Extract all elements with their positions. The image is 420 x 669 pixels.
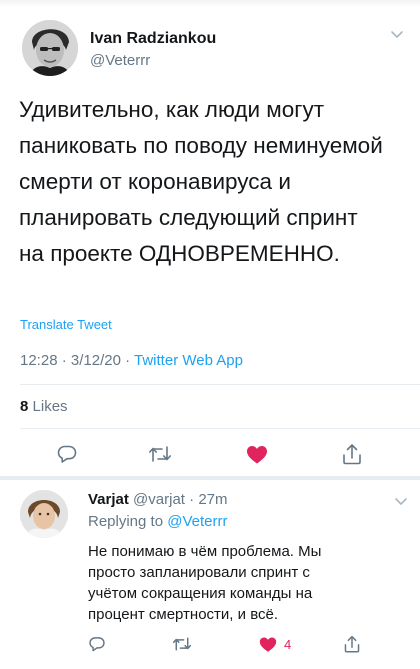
tweet-text-line: планировать следующий спринт bbox=[19, 205, 358, 230]
heart-icon bbox=[258, 635, 278, 653]
author-name[interactable]: Ivan Radziankou bbox=[90, 30, 216, 48]
likes-count: 8 bbox=[20, 398, 29, 415]
replying-to-handle[interactable]: @Veterrr bbox=[167, 513, 227, 530]
thread-divider bbox=[0, 476, 420, 480]
reply-icon bbox=[56, 443, 78, 465]
like-button[interactable] bbox=[245, 443, 269, 465]
replying-to: Replying to @Veterrr bbox=[88, 513, 227, 530]
retweet-button[interactable] bbox=[148, 443, 172, 465]
tweet-text-line: Удивительно, как люди могут bbox=[19, 97, 325, 122]
tweet-date: 3/12/20 bbox=[70, 352, 121, 369]
reply-author: Varjat @varjat · 27m bbox=[88, 491, 228, 508]
replying-to-label: Replying to bbox=[88, 513, 164, 530]
heart-icon bbox=[245, 443, 269, 465]
share-button[interactable] bbox=[341, 442, 363, 466]
likes-label: Likes bbox=[32, 398, 68, 415]
like-button[interactable]: 4 bbox=[258, 635, 291, 653]
share-icon bbox=[341, 442, 363, 466]
retweet-icon bbox=[172, 635, 192, 653]
share-button[interactable] bbox=[343, 634, 361, 654]
share-icon bbox=[343, 634, 361, 654]
divider bbox=[20, 428, 420, 429]
like-count: 4 bbox=[284, 636, 292, 652]
retweet-button[interactable] bbox=[172, 635, 192, 653]
chevron-down-icon[interactable] bbox=[389, 26, 405, 42]
divider bbox=[20, 384, 420, 385]
reply-button[interactable] bbox=[88, 635, 106, 653]
reply-author-avatar[interactable] bbox=[20, 490, 68, 538]
reply-text: Не понимаю в чём проблема. Мы просто зап… bbox=[88, 541, 388, 625]
tweet-source-app[interactable]: Twitter Web App bbox=[134, 352, 243, 369]
chevron-down-icon[interactable] bbox=[393, 493, 409, 509]
author-handle[interactable]: @Veterrr bbox=[90, 52, 150, 69]
retweet-icon bbox=[148, 443, 172, 465]
reply-time: 27m bbox=[198, 491, 228, 508]
reply-text-line: Не понимаю в чём проблема. Мы bbox=[88, 543, 322, 560]
meta-separator: · bbox=[125, 352, 131, 369]
tweet-meta: 12:28 · 3/12/20 · Twitter Web App bbox=[20, 352, 243, 369]
reply-text-line: процент смертности, и всё. bbox=[88, 606, 278, 623]
reply-text-line: учётом сокращения команды на bbox=[88, 585, 313, 602]
reply-text-line: просто запланировали спринт с bbox=[88, 564, 310, 581]
translate-tweet-link[interactable]: Translate Tweet bbox=[20, 317, 112, 332]
tweet-text: Удивительно, как люди могут паниковать п… bbox=[19, 92, 411, 272]
meta-separator: · bbox=[61, 352, 67, 369]
top-edge bbox=[0, 0, 420, 7]
likes-summary[interactable]: 8 Likes bbox=[20, 398, 68, 415]
tweet-text-line: на проекте ОДНОВРЕМЕННО. bbox=[19, 241, 340, 266]
tweet-text-line: паниковать по поводу неминуемой bbox=[19, 133, 383, 158]
reply-button[interactable] bbox=[56, 443, 78, 465]
tweet-text-line: смерти от коронавируса и bbox=[19, 169, 291, 194]
reply-icon bbox=[88, 635, 106, 653]
reply-author-handle[interactable]: @varjat bbox=[133, 491, 185, 508]
tweet-time: 12:28 bbox=[20, 352, 58, 369]
author-avatar[interactable] bbox=[22, 20, 78, 76]
meta-separator: · bbox=[189, 491, 195, 508]
reply-author-name[interactable]: Varjat bbox=[88, 491, 129, 508]
